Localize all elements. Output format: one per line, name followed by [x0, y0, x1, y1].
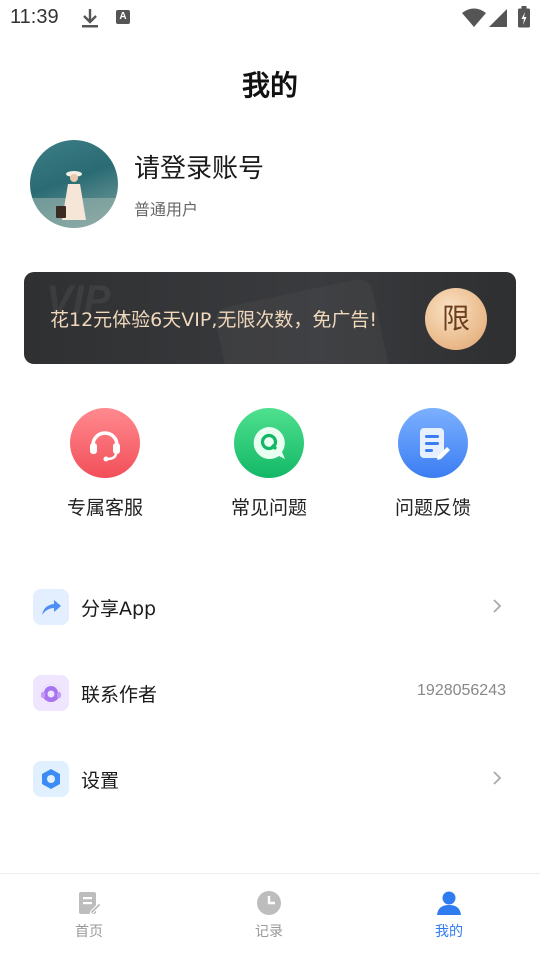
- status-bar: 11:39 A: [0, 0, 540, 36]
- wifi-icon: [462, 8, 486, 32]
- tab-mine-label: 我的: [435, 924, 463, 940]
- battery-icon: [518, 6, 530, 32]
- menu-share-app[interactable]: 分享App: [0, 572, 540, 642]
- headset-icon: [70, 408, 140, 478]
- vip-promo-text: 花12元体验6天VIP,无限次数，免广告!: [50, 309, 377, 331]
- menu-contact-label: 联系作者: [81, 684, 158, 706]
- contact-qq-number: 1928056243: [417, 682, 506, 699]
- vip-promo-banner[interactable]: VIP 花12元体验6天VIP,无限次数，免广告! 限: [24, 272, 516, 364]
- menu-contact-author[interactable]: 联系作者 1928056243: [0, 658, 540, 728]
- share-arrow-icon: [33, 589, 69, 625]
- faq-label: 常见问题: [230, 497, 307, 519]
- tab-record-label: 记录: [255, 924, 283, 940]
- clock-icon: [257, 891, 281, 915]
- status-time: 11:39: [10, 6, 59, 28]
- feedback-button[interactable]: 问题反馈: [358, 408, 508, 520]
- chevron-right-icon: [492, 598, 502, 618]
- faq-button[interactable]: 常见问题: [194, 408, 344, 520]
- document-edit-icon: [79, 892, 102, 915]
- tab-mine[interactable]: 我的: [399, 890, 499, 941]
- tab-home-label: 首页: [75, 924, 103, 940]
- signal-icon: [488, 8, 508, 32]
- a-icon: A: [116, 10, 130, 24]
- page-title: 我的: [241, 69, 298, 102]
- person-icon: [437, 891, 461, 915]
- limited-badge[interactable]: 限: [425, 288, 487, 350]
- download-icon: [80, 7, 100, 33]
- settings-hexagon-icon: [33, 761, 69, 797]
- feedback-edit-icon: [398, 408, 468, 478]
- chevron-right-icon: [492, 770, 502, 790]
- bottom-nav: 首页 记录 我的: [0, 873, 540, 960]
- login-prompt[interactable]: 请登录账号: [134, 148, 264, 185]
- feedback-label: 问题反馈: [394, 497, 471, 519]
- menu-settings[interactable]: 设置: [0, 744, 540, 814]
- menu-settings-label: 设置: [81, 770, 120, 792]
- customer-service-button[interactable]: 专属客服: [30, 408, 180, 520]
- question-bubble-icon: [234, 408, 304, 478]
- tab-record[interactable]: 记录: [219, 890, 319, 941]
- user-type-label: 普通用户: [134, 200, 199, 219]
- avatar[interactable]: [30, 140, 118, 228]
- contact-author-icon: [33, 675, 69, 711]
- menu-share-label: 分享App: [81, 598, 157, 620]
- tab-home[interactable]: 首页: [39, 890, 139, 941]
- customer-service-label: 专属客服: [66, 497, 143, 519]
